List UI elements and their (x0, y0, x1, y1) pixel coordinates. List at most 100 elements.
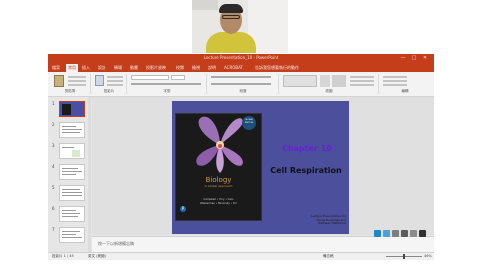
slide-topic-title[interactable]: Cell Respiration (264, 166, 348, 175)
notes-toggle-button[interactable]: 備忘稿 (323, 254, 334, 259)
find-button[interactable] (383, 76, 407, 78)
webcam-feed (192, 0, 288, 53)
zoom-level[interactable]: 46% (424, 254, 432, 258)
shape-fill-button[interactable] (350, 76, 374, 78)
tab-help[interactable]: 說明 (208, 65, 216, 71)
group-label: 投影片 (103, 89, 115, 93)
tab-view[interactable]: 檢視 (192, 65, 200, 71)
app-icon[interactable] (374, 230, 381, 237)
tab-design[interactable]: 設計 (98, 65, 106, 71)
language-indicator[interactable]: 英文 (美國) (88, 254, 106, 259)
current-slide[interactable]: GLOBAL EDITION Biology A Global Approach… (172, 101, 349, 234)
tab-slideshow[interactable]: 投影片放映 (146, 65, 166, 71)
group-label: 段落 (239, 89, 247, 93)
slide-counter: 投影片 1 / 45 (52, 254, 74, 258)
thumb-cover (62, 104, 71, 115)
tab-insert[interactable]: 插入 (82, 65, 90, 71)
thumb-number: 2 (52, 122, 55, 127)
font-style-buttons[interactable] (131, 83, 201, 85)
cut-button[interactable] (68, 76, 86, 78)
group-editing: 編輯 (380, 74, 430, 94)
global-edition-badge: GLOBAL EDITION (242, 116, 256, 130)
slide-thumbnail-pane: 1 2 3 4 5 6 7 (48, 97, 91, 252)
slide-thumbnail[interactable] (59, 206, 85, 222)
floating-toolbar (374, 230, 432, 238)
layout-button[interactable] (107, 76, 123, 78)
group-paragraph: 段落 (208, 74, 279, 94)
app-icon[interactable] (392, 230, 399, 237)
app-icon[interactable] (401, 230, 408, 237)
book-title: Biology (205, 176, 232, 184)
person-body (206, 32, 256, 53)
group-drawing: 繪圖 (280, 74, 379, 94)
zoom-slider-knob[interactable] (403, 254, 405, 259)
list-buttons[interactable] (211, 76, 271, 78)
section-button[interactable] (107, 84, 123, 86)
group-label: 字型 (163, 89, 171, 93)
thumb-number: 4 (52, 164, 55, 169)
slide-thumbnail[interactable] (59, 143, 85, 159)
group-label: 繪圖 (325, 89, 333, 93)
thumb-number: 3 (52, 143, 55, 148)
tab-animations[interactable]: 動畫 (130, 65, 138, 71)
tab-acrobat[interactable]: ACROBAT (224, 65, 243, 70)
maximize-button[interactable]: □ (411, 56, 417, 61)
air-conditioner (192, 0, 218, 10)
tell-me-search[interactable]: 告訴我您想要執行的動作 (255, 65, 299, 71)
new-slide-button[interactable] (95, 75, 104, 86)
app-icon[interactable] (383, 230, 390, 237)
group-label: 剪貼簿 (64, 89, 76, 93)
slide-thumbnail[interactable] (59, 164, 85, 180)
window-title: Lecture Presentation_10 - PowerPoint (203, 55, 279, 60)
align-buttons[interactable] (211, 83, 271, 85)
thumb-number: 6 (52, 206, 55, 211)
book-cover-image[interactable]: GLOBAL EDITION Biology A Global Approach… (175, 113, 262, 221)
thumb-number: 7 (52, 227, 55, 232)
slide-thumbnail[interactable] (59, 185, 85, 201)
group-slides: 投影片 (92, 74, 127, 94)
reset-button[interactable] (107, 80, 123, 82)
tab-transitions[interactable]: 轉場 (114, 65, 122, 71)
shapes-gallery[interactable] (283, 75, 317, 87)
presenter-credit[interactable]: Lecture Presentations by Nicole Tunbridg… (290, 214, 346, 226)
minimize-button[interactable]: — (400, 56, 406, 61)
format-painter-button[interactable] (68, 84, 86, 86)
thumbnail-scrollbar[interactable] (88, 97, 91, 252)
select-button[interactable] (383, 84, 407, 86)
group-label: 編輯 (401, 89, 409, 93)
status-bar: 投影片 1 / 45 英文 (美國) 備忘稿 46% (48, 252, 434, 260)
ribbon: 剪貼簿 投影片 字型 段落 繪圖 編輯 (48, 72, 434, 97)
paste-button[interactable] (54, 75, 64, 87)
ribbon-tabs: 檔案 常用 插入 設計 轉場 動畫 投影片放映 校閱 檢視 說明 ACROBAT… (48, 64, 434, 72)
font-name-select[interactable] (131, 75, 169, 80)
chapter-title[interactable]: Chapter 10 (268, 144, 346, 153)
copy-button[interactable] (68, 80, 86, 82)
slide-thumbnail[interactable] (59, 227, 85, 243)
slide-thumbnail[interactable] (59, 101, 85, 117)
app-icon[interactable] (419, 230, 426, 237)
notes-placeholder: 按一下以新增備忘稿 (98, 241, 134, 246)
tab-review[interactable]: 校閱 (176, 65, 184, 71)
group-font: 字型 (128, 74, 207, 94)
orchid-flower-image (196, 116, 243, 173)
arrange-button[interactable] (320, 75, 330, 87)
title-bar: Lecture Presentation_10 - PowerPoint — □… (48, 54, 434, 71)
person-hair (219, 4, 243, 13)
slide-editing-area: GLOBAL EDITION Biology A Global Approach… (92, 97, 434, 235)
font-size-select[interactable] (171, 75, 185, 80)
replace-button[interactable] (383, 80, 407, 82)
shape-outline-button[interactable] (350, 80, 374, 82)
book-authors: Campbell • Urry • Cain Wasserman • Minor… (199, 198, 238, 205)
thumb-number: 1 (52, 101, 55, 106)
close-button[interactable]: ✕ (422, 56, 428, 61)
tab-file[interactable]: 檔案 (52, 65, 60, 71)
publisher-logo: P (180, 206, 186, 212)
thumb-number: 5 (52, 185, 55, 190)
shape-effects-button[interactable] (350, 84, 374, 86)
app-icon[interactable] (410, 230, 417, 237)
quick-styles-button[interactable] (332, 75, 346, 87)
slide-thumbnail[interactable] (59, 122, 85, 138)
notes-pane[interactable]: 按一下以新增備忘稿 (92, 236, 434, 253)
tab-home[interactable]: 常用 (66, 64, 78, 72)
book-subtitle: A Global Approach (204, 184, 233, 188)
